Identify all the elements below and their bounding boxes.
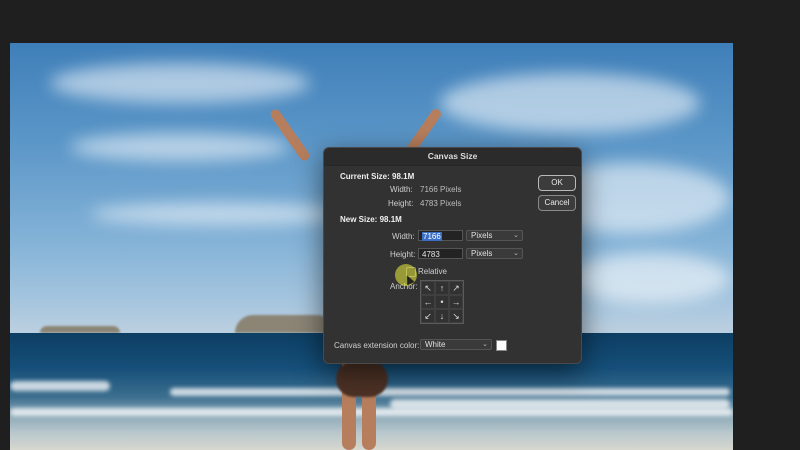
extension-color-value: White (425, 340, 446, 349)
person-arm-left (268, 107, 312, 163)
anchor-top-right[interactable]: ↗ (449, 281, 463, 295)
anchor-right[interactable]: → (449, 295, 463, 309)
cloud (440, 73, 700, 133)
person-hair (336, 361, 388, 397)
wave (10, 381, 110, 391)
width-unit-select[interactable]: Pixels ⌄ (466, 230, 523, 241)
cloud (90, 203, 350, 225)
new-height-label: Height: (390, 250, 416, 259)
wave (170, 388, 730, 396)
cancel-button[interactable]: Cancel (538, 195, 576, 211)
wave (390, 399, 730, 409)
new-width-label: Width: (392, 232, 415, 241)
anchor-bottom-left[interactable]: ↙ (421, 309, 435, 323)
width-unit-value: Pixels (471, 231, 493, 240)
anchor-top[interactable]: ↑ (435, 281, 449, 295)
cloud (50, 63, 310, 103)
chevron-down-icon: ⌄ (513, 250, 519, 257)
canvas-size-dialog: Canvas Size Current Size: 98.1M Width: 7… (323, 147, 582, 364)
current-width-label: Width: (390, 185, 413, 194)
anchor-top-left[interactable]: ↖ (421, 281, 435, 295)
relative-label: Relative (418, 267, 447, 276)
height-input[interactable]: 4783 (418, 248, 463, 259)
height-unit-select[interactable]: Pixels ⌄ (466, 248, 523, 259)
extension-color-label: Canvas extension color: (334, 341, 420, 350)
width-input[interactable]: 7166 (418, 230, 463, 241)
chevron-down-icon: ⌄ (482, 341, 488, 348)
ok-button[interactable]: OK (538, 175, 576, 191)
cloud (570, 253, 730, 303)
distant-island (40, 326, 120, 333)
width-input-value: 7166 (422, 232, 442, 241)
anchor-left[interactable]: ← (421, 295, 435, 309)
extension-color-select[interactable]: White ⌄ (420, 339, 492, 350)
current-height-value: 4783 Pixels (420, 199, 462, 208)
anchor-grid[interactable]: ↖ ↑ ↗ ← • → ↙ ↓ ↘ (420, 280, 464, 324)
dialog-title: Canvas Size (324, 148, 581, 166)
current-width-value: 7166 Pixels (420, 185, 462, 194)
current-height-label: Height: (388, 199, 414, 208)
anchor-bottom-right[interactable]: ↘ (449, 309, 463, 323)
current-size-label: Current Size: 98.1M (340, 172, 415, 181)
anchor-bottom[interactable]: ↓ (435, 309, 449, 323)
height-input-value: 4783 (422, 250, 440, 259)
new-size-label: New Size: 98.1M (340, 215, 402, 224)
height-unit-value: Pixels (471, 249, 493, 258)
chevron-down-icon: ⌄ (513, 232, 519, 239)
cloud (70, 133, 290, 161)
extension-color-swatch[interactable] (496, 340, 507, 351)
anchor-center[interactable]: • (435, 295, 449, 309)
distant-mountain (235, 315, 335, 333)
